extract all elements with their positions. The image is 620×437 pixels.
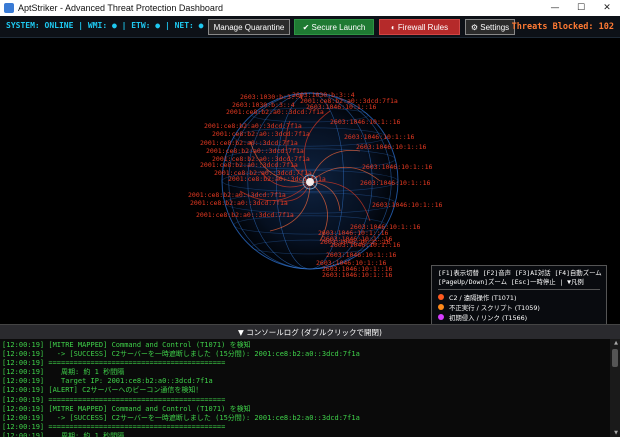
log-line: [12:00:19] =============================…: [2, 359, 226, 368]
scroll-up-icon[interactable]: ▲: [614, 340, 618, 346]
console-header-label: ▼ コンソールログ (ダブルクリックで開閉): [238, 327, 382, 337]
legend-item-label: 不正実行 / スクリプト (T1059): [449, 303, 540, 312]
ip-label: 2001:ce8:b2:a0::3dcd:7f1a: [200, 161, 298, 169]
log-line: [12:00:19] [MITRE MAPPED] Command and Co…: [2, 341, 251, 349]
ip-label: 2603:1046:10:1::16: [322, 271, 393, 279]
log-line: [12:00:19] 周期: 約 1 秒間隔: [2, 368, 125, 377]
ip-label: 2001:ce8:b2:a0::3dcd:7f1a: [206, 147, 304, 155]
system-status: SYSTEM: ONLINE | WMI: ● | ETW: ● | NET: …: [6, 21, 204, 30]
manage-quarantine-button[interactable]: Manage Quarantine: [208, 19, 290, 35]
ip-label: 2603:1046:10:1::16: [320, 238, 391, 246]
ip-label: 2603:1046:10:1::16: [362, 163, 433, 171]
legend-divider: [438, 289, 600, 290]
title-bar: AptStriker - Advanced Threat Protection …: [0, 0, 620, 16]
ip-label: 2603:1046:10:1::16: [356, 143, 427, 151]
settings-button[interactable]: ⚙ Settings: [465, 19, 515, 35]
legend-item-label: C2 / 遠隔操作 (T1071): [449, 293, 517, 302]
minimize-button[interactable]: —: [542, 0, 568, 16]
ip-label: 2001:ce8:b2:a0::3dcd:7f1a: [190, 199, 288, 207]
hotkey-help-line-2: [PageUp/Down]ズーム [Esc]一時停止 | ▼凡例: [438, 278, 584, 286]
legend-color-dot: [438, 294, 444, 300]
log-line: [12:00:19] -> [SUCCESS] C2サーバーを一時遮断しました …: [2, 413, 360, 422]
console-scrollbar[interactable]: ▲ ▼: [610, 339, 620, 437]
ip-label: 2603:1046:10:1::16: [306, 103, 377, 111]
firewall-rules-button[interactable]: ◐ Firewall Rules: [379, 19, 460, 35]
window-title: AptStriker - Advanced Threat Protection …: [18, 3, 223, 13]
ip-label: 2001:ce8:b2:a0::3dcd:7f1a: [196, 211, 294, 219]
legend-color-dot: [438, 314, 444, 320]
ip-label: 2001:ce8:b2:a0::3dcd:7f1a: [212, 130, 310, 138]
ip-label: 2001:ce8:b2:a0::3dcd:7f1a: [200, 139, 298, 147]
console-toggle-bar[interactable]: ▼ コンソールログ (ダブルクリックで開閉): [0, 324, 620, 339]
legend-color-dot: [438, 304, 444, 310]
ip-label: 2001:ce8:b2:a0::3dcd:7f1a: [204, 122, 302, 130]
threats-blocked-counter: Threats Blocked: 102: [511, 22, 614, 32]
ip-label: 2603:1046:10:1::16: [372, 201, 443, 209]
scroll-down-icon[interactable]: ▼: [614, 430, 618, 436]
maximize-button[interactable]: ☐: [568, 0, 594, 16]
ip-label: 2603:1046:10:1::16: [330, 118, 401, 126]
log-line: [12:00:19] =============================…: [2, 395, 226, 404]
console-log[interactable]: [12:00:19] [MITRE MAPPED] Command and Co…: [0, 339, 620, 437]
ip-label: 2001:ce8:b2:a0::3dcd:7f1a: [188, 191, 286, 199]
log-line: [12:00:19] 周期: 約 1 秒間隔: [2, 431, 125, 437]
app-icon: [4, 3, 14, 13]
legend-item-label: 初期侵入 / リンク (T1566): [449, 313, 528, 322]
log-line: [12:00:19] Target IP: 2001:ce8:b2:a0::3d…: [2, 377, 213, 386]
close-button[interactable]: ✕: [594, 0, 620, 16]
legend-item: 初期侵入 / リンク (T1566): [438, 312, 600, 322]
log-line: [12:00:19] [ALERT] C2サーバーへのビーコン通信を検知！: [2, 386, 203, 395]
legend-panel: [F1]表示切替 [F2]音声 [F3]AI対話 [F4]自動ズーム [Page…: [431, 265, 607, 324]
hotkey-help-line-1: [F1]表示切替 [F2]音声 [F3]AI対話 [F4]自動ズーム: [438, 269, 602, 277]
ip-label: 2603:1046:10:1::16: [344, 133, 415, 141]
log-line: [12:00:19] [MITRE MAPPED] Command and Co…: [2, 404, 251, 413]
log-line: [12:00:19] =============================…: [2, 422, 226, 431]
legend-item: C2 / 遠隔操作 (T1071): [438, 292, 600, 302]
legend-item: 不正実行 / スクリプト (T1059): [438, 302, 600, 312]
log-line: [12:00:19] -> [SUCCESS] C2サーバーを一時遮断しました …: [2, 350, 360, 359]
toolbar: SYSTEM: ONLINE | WMI: ● | ETW: ● | NET: …: [0, 16, 620, 38]
ip-label: 2603:1046:10:1::16: [360, 179, 431, 187]
threat-globe-view[interactable]: 2603:1030:b:3::4 2603:1030:b:3::4 2001:ce8…: [0, 39, 620, 324]
secure-launch-button[interactable]: ✔ Secure Launch: [294, 19, 374, 35]
scroll-thumb[interactable]: [612, 349, 618, 367]
ip-label: 2603:1046:10:1::16: [326, 251, 397, 259]
